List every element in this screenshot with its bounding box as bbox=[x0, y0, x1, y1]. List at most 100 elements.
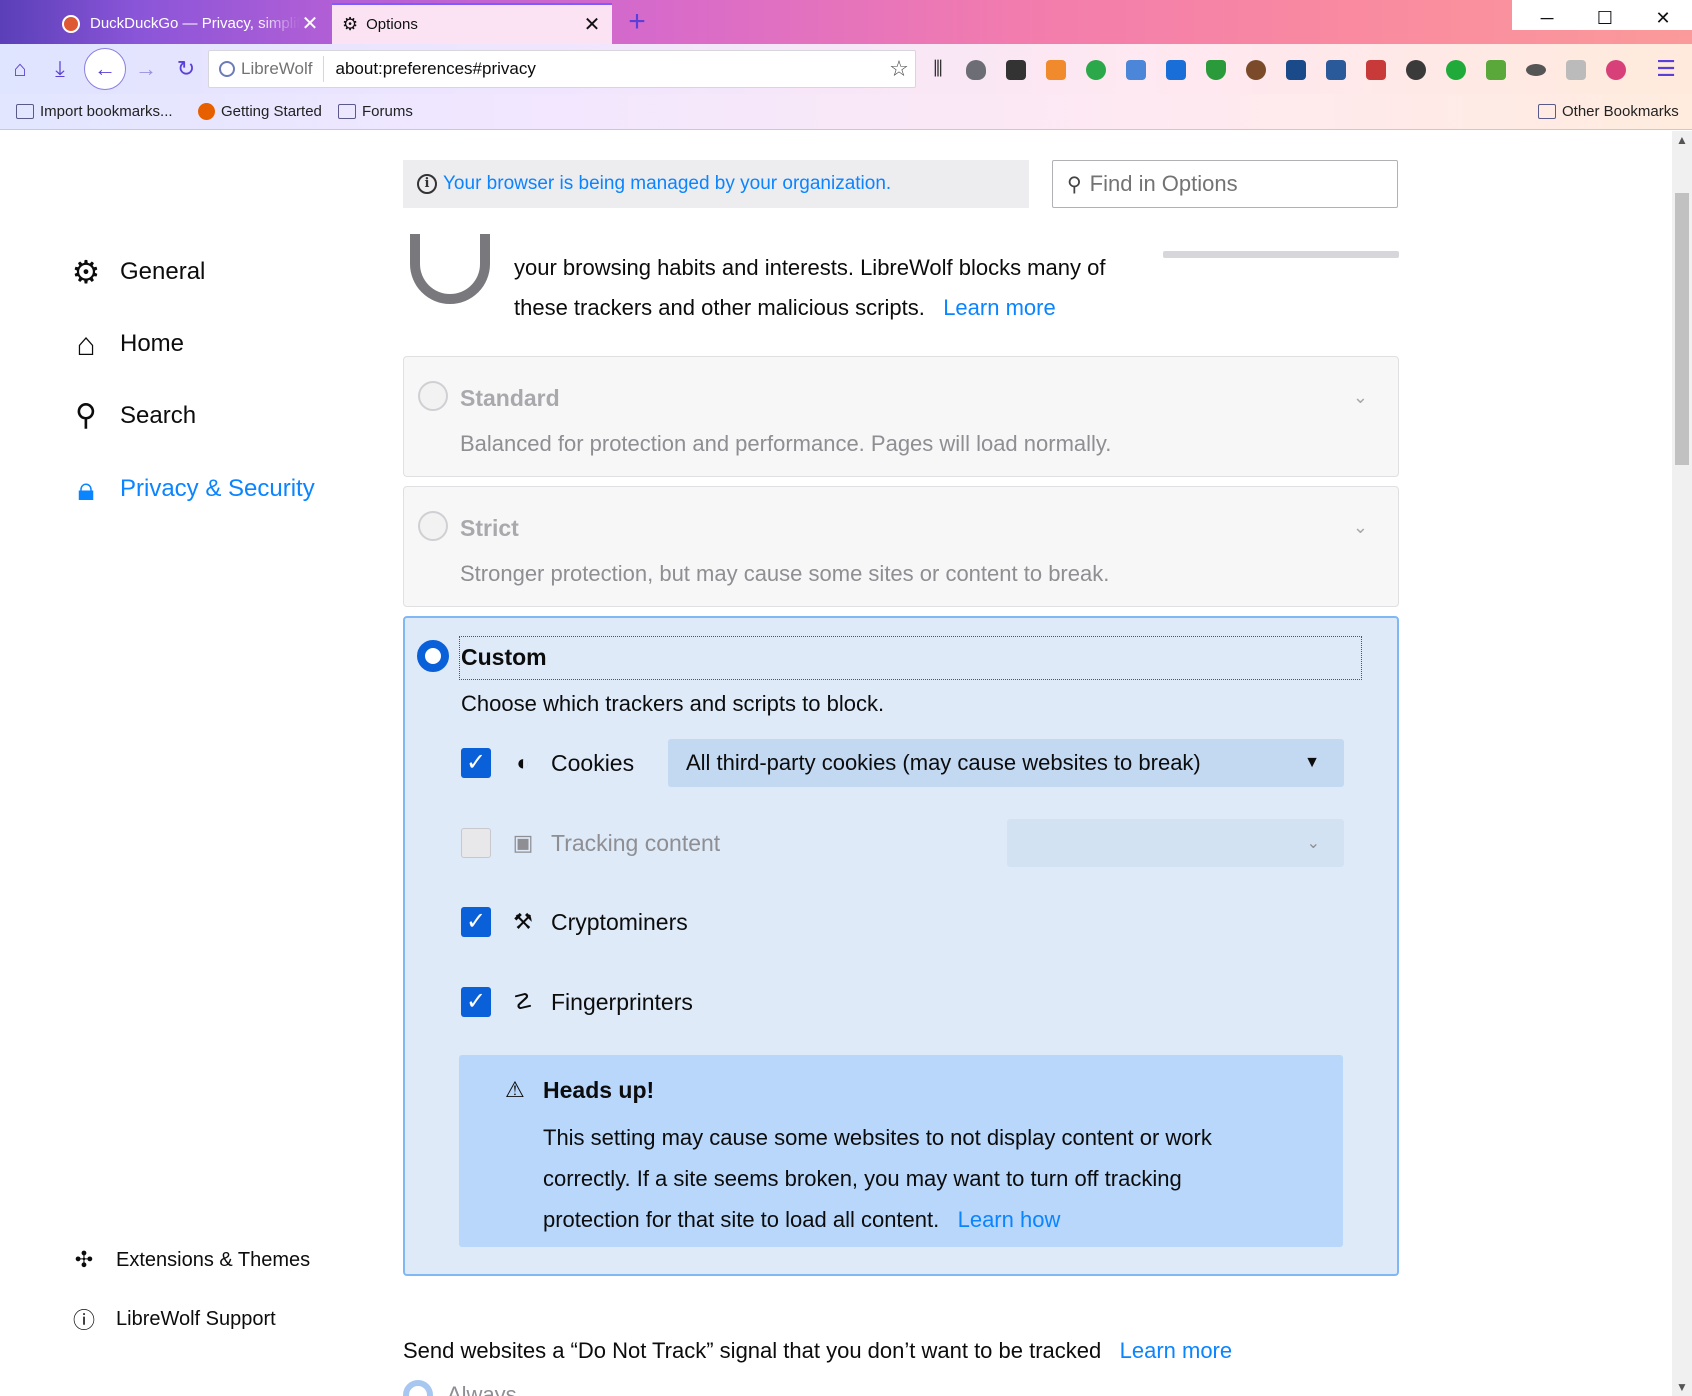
chevron-down-icon[interactable]: ⌄ bbox=[1353, 517, 1368, 538]
fingerprinters-checkbox[interactable]: ✓ bbox=[461, 987, 491, 1017]
back-button[interactable]: ← bbox=[84, 48, 126, 90]
tr-extension-icon[interactable] bbox=[1566, 60, 1586, 80]
close-window-button[interactable]: ✕ bbox=[1634, 0, 1692, 36]
scroll-thumb[interactable] bbox=[1675, 193, 1689, 465]
font-extension-icon[interactable] bbox=[1366, 60, 1386, 80]
translate-icon[interactable] bbox=[1126, 60, 1146, 80]
dnt-learn-more-link[interactable]: Learn more bbox=[1120, 1338, 1233, 1363]
tracking-content-select[interactable]: ⌄ bbox=[1007, 819, 1344, 867]
green-extension-icon[interactable] bbox=[1486, 60, 1506, 80]
maximize-button[interactable]: ☐ bbox=[1576, 0, 1634, 36]
sidebar-item-label: Privacy & Security bbox=[120, 475, 315, 502]
url-text[interactable]: about:preferences#privacy bbox=[324, 59, 884, 79]
menu-hamburger-icon[interactable]: ☰ bbox=[1650, 53, 1682, 85]
getting-started-item[interactable]: Getting Started bbox=[198, 103, 322, 120]
scroll-down-icon[interactable]: ▼ bbox=[1672, 1380, 1692, 1394]
privacy-badger-icon[interactable] bbox=[1006, 60, 1026, 80]
search-icon: ⚲ bbox=[75, 399, 97, 432]
strict-radio[interactable] bbox=[418, 511, 448, 541]
standard-title: Standard bbox=[460, 385, 560, 411]
library-icon[interactable]: ⫴ bbox=[922, 53, 954, 85]
managed-by-organization-notice[interactable]: i Your browser is being managed by your … bbox=[403, 160, 1029, 208]
do-not-track-label: Send websites a “Do Not Track” signal th… bbox=[403, 1338, 1232, 1364]
tracking-content-label: Tracking content bbox=[551, 829, 721, 856]
import-bookmarks-item[interactable]: Import bookmarks... bbox=[16, 103, 173, 120]
downloads-button[interactable]: ⤓ bbox=[44, 53, 76, 85]
chevron-down-icon: ▼ bbox=[1304, 754, 1320, 771]
ut-extension-icon[interactable] bbox=[1286, 60, 1306, 80]
scroll-up-icon[interactable]: ▲ bbox=[1672, 133, 1692, 147]
custom-radio[interactable] bbox=[417, 640, 449, 672]
cryptominers-option[interactable]: ✓ ⚒ Cryptominers bbox=[461, 907, 688, 937]
learn-more-link[interactable]: Learn more bbox=[943, 295, 1056, 320]
decentraleyes-icon[interactable] bbox=[1086, 60, 1106, 80]
close-tab-icon[interactable]: ✕ bbox=[582, 12, 602, 37]
cryptominers-checkbox[interactable]: ✓ bbox=[461, 907, 491, 937]
navigation-toolbar: ⌂ ⤓ ← → ↻ LibreWolf about:preferences#pr… bbox=[0, 44, 1692, 94]
find-in-options-input[interactable]: ⚲ Find in Options bbox=[1052, 160, 1398, 208]
site-identity[interactable]: LibreWolf bbox=[209, 56, 324, 82]
chevron-down-icon[interactable]: ⌄ bbox=[1353, 387, 1368, 408]
cookies-label: Cookies bbox=[551, 749, 635, 776]
ublock-origin-icon[interactable] bbox=[966, 60, 986, 80]
forums-folder[interactable]: Forums bbox=[338, 103, 413, 120]
tab-label: DuckDuckGo — Privacy, simplified. bbox=[90, 15, 300, 32]
folder-icon bbox=[1538, 104, 1556, 119]
identity-label: LibreWolf bbox=[241, 59, 313, 78]
sidebar-extensions-themes[interactable]: ✣ Extensions & Themes bbox=[70, 1247, 310, 1273]
custom-desc: Choose which trackers and scripts to blo… bbox=[461, 691, 885, 716]
standard-radio[interactable] bbox=[418, 381, 448, 411]
cookies-option[interactable]: ✓ ◐ Cookies bbox=[461, 748, 634, 778]
protection-standard-card[interactable]: Standard Balanced for protection and per… bbox=[403, 356, 1399, 477]
find-placeholder: Find in Options bbox=[1089, 171, 1238, 196]
gear-icon: ⚙ bbox=[71, 254, 101, 290]
tab-label: Options bbox=[366, 16, 418, 33]
focus-ring bbox=[459, 636, 1362, 680]
other-bookmarks-folder[interactable]: Other Bookmarks bbox=[1538, 103, 1679, 120]
sidebar-item-home[interactable]: ⌂ Home bbox=[68, 326, 184, 362]
cookie-extension-icon[interactable] bbox=[1246, 60, 1266, 80]
firefox-icon bbox=[198, 103, 215, 120]
user-extension-icon[interactable] bbox=[1406, 60, 1426, 80]
reload-button[interactable]: ↻ bbox=[170, 53, 202, 85]
bookmark-label: Forums bbox=[362, 103, 413, 120]
minimize-button[interactable]: ─ bbox=[1518, 0, 1576, 36]
dnt-always-option[interactable]: Always bbox=[403, 1380, 517, 1396]
pink-extension-icon[interactable] bbox=[1606, 60, 1626, 80]
code-injector-icon[interactable] bbox=[1166, 60, 1186, 80]
shield-extension-icon[interactable] bbox=[1206, 60, 1226, 80]
fingerprinters-option[interactable]: ✓ ☡ Fingerprinters bbox=[461, 987, 693, 1017]
managed-notice-text[interactable]: Your browser is being managed by your or… bbox=[443, 173, 891, 195]
sidebar-item-label: Home bbox=[120, 330, 185, 357]
home-button[interactable]: ⌂ bbox=[4, 53, 36, 85]
page-scrollbar[interactable]: ▲ ▼ bbox=[1672, 131, 1692, 1396]
tab-options[interactable]: ⚙ Options ✕ bbox=[332, 3, 612, 44]
tracking-content-option[interactable]: ▣ Tracking content bbox=[461, 828, 720, 858]
cookies-select-value: All third-party cookies (may cause websi… bbox=[686, 750, 1201, 775]
url-bar[interactable]: LibreWolf about:preferences#privacy ☆ bbox=[208, 50, 916, 88]
dnt-always-radio[interactable] bbox=[403, 1380, 433, 1396]
arrow-extension-icon[interactable] bbox=[1326, 60, 1346, 80]
cookies-select[interactable]: All third-party cookies (may cause websi… bbox=[668, 739, 1344, 787]
cookies-checkbox[interactable]: ✓ bbox=[461, 748, 491, 778]
check-extension-icon[interactable] bbox=[1446, 60, 1466, 80]
new-tab-button[interactable]: + bbox=[620, 6, 654, 40]
protection-custom-card[interactable]: Custom Choose which trackers and scripts… bbox=[403, 616, 1399, 1276]
bookmark-star-icon[interactable]: ☆ bbox=[883, 56, 915, 82]
learn-how-link[interactable]: Learn how bbox=[958, 1207, 1061, 1232]
eye-extension-icon[interactable] bbox=[1526, 64, 1546, 76]
protection-strict-card[interactable]: Strict Stronger protection, but may caus… bbox=[403, 486, 1399, 607]
tab-duckduckgo[interactable]: DuckDuckGo — Privacy, simplified. ✕ bbox=[52, 3, 330, 44]
forward-button[interactable]: → bbox=[130, 53, 162, 85]
close-tab-icon[interactable]: ✕ bbox=[300, 11, 320, 36]
sidebar-item-privacy-security[interactable]: 🔒︎ Privacy & Security bbox=[68, 471, 315, 507]
sidebar-librewolf-support[interactable]: ⓘ LibreWolf Support bbox=[70, 1303, 276, 1335]
heads-up-body: This setting may cause some websites to … bbox=[543, 1117, 1263, 1240]
puzzle-icon: ✣ bbox=[74, 1247, 94, 1272]
tracking-content-checkbox[interactable] bbox=[461, 828, 491, 858]
dnt-always-label: Always bbox=[447, 1382, 517, 1396]
lock-icon: 🔒︎ bbox=[77, 471, 95, 507]
sidebar-item-general[interactable]: ⚙ General bbox=[68, 254, 206, 290]
cookie-autodelete-icon[interactable] bbox=[1046, 60, 1066, 80]
sidebar-item-search[interactable]: ⚲ Search bbox=[68, 398, 196, 434]
